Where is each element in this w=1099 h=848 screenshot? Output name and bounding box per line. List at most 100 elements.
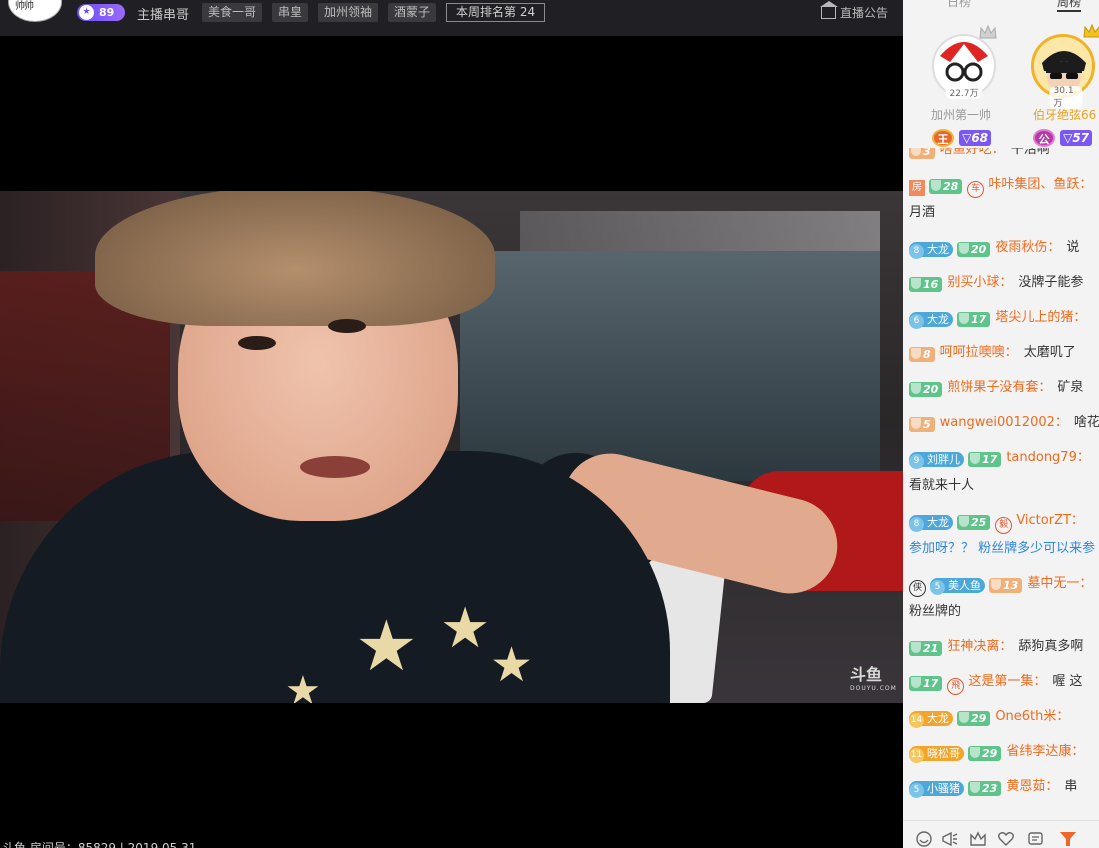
chat-message[interactable]: 21 狂神决离： 舔狗真多啊: [909, 638, 1099, 656]
user-level-badge[interactable]: 28: [929, 179, 963, 194]
user-level-badge[interactable]: 17: [957, 312, 991, 327]
noble-badge[interactable]: 侠: [909, 580, 926, 597]
user-level-badge[interactable]: 21: [909, 641, 943, 656]
chat-message[interactable]: 8 大龙 25 毅 VictorZT：: [909, 512, 1099, 534]
chat-username[interactable]: 墓中无一：: [1027, 576, 1092, 591]
user-level-badge[interactable]: 20: [957, 242, 991, 257]
anchor-tag[interactable]: 美食一哥: [202, 3, 263, 22]
chat-message[interactable]: 房 28 车咔咔集团、鱼跃：: [909, 176, 1099, 198]
chat-username[interactable]: VictorZT：: [1016, 513, 1084, 528]
anchor-tag[interactable]: 加州领袖: [318, 3, 379, 22]
chat-username[interactable]: 咔咔集团、鱼跃：: [988, 177, 1092, 192]
chat-username[interactable]: 别买小球：: [947, 275, 1012, 290]
video-frame[interactable]: ★ ★ ★ ★ 斗鱼 DOUYU.COM: [0, 191, 903, 703]
chat-message[interactable]: 侠 5 美人鱼 13 墓中无一：: [909, 575, 1099, 597]
message-icon[interactable]: [1027, 830, 1045, 848]
crown-icon[interactable]: [969, 830, 987, 848]
video-player[interactable]: ★ ★ ★ ★ 斗鱼 DOUYU.COM 斗鱼 房间号：85829 | 2019…: [0, 36, 903, 848]
weekly-rank[interactable]: 本周排名第 24: [446, 3, 546, 22]
chat-username[interactable]: wangwei0012002：: [940, 415, 1068, 430]
user-level-badge[interactable]: 23: [968, 781, 1002, 796]
chat-message[interactable]: 20 煎饼果子没有套： 矿泉: [909, 379, 1099, 397]
tab-weekly-rank[interactable]: 周榜: [1057, 0, 1082, 12]
shirt-star-icon: ★: [285, 668, 321, 703]
user-level-badge[interactable]: 8: [909, 347, 935, 362]
chat-message[interactable]: 8 大龙 20 夜雨秋伤： 说: [909, 239, 1099, 259]
chat-message[interactable]: 8 呵呵拉噢噢： 太磨叽了: [909, 344, 1099, 362]
fan-badge[interactable]: 8 大龙: [909, 515, 953, 532]
chat-message[interactable]: 5 小骚猪 23 黄恩茹： 串: [909, 778, 1099, 798]
shield-icon: [911, 348, 921, 359]
video-bg-light: [520, 211, 880, 251]
shield-icon: [970, 747, 980, 758]
shield-icon: [970, 782, 980, 793]
user-level-badge[interactable]: 3: [909, 148, 935, 159]
chat-text: 没牌子能参: [1018, 275, 1084, 290]
noble-badge[interactable]: 毅: [995, 517, 1013, 534]
fan-badge[interactable]: 8 大龙: [909, 242, 953, 259]
emoji-icon[interactable]: [915, 830, 933, 848]
chat-message[interactable]: 16 别买小球： 没牌子能参: [909, 274, 1099, 292]
user-level-badge[interactable]: 17: [909, 676, 943, 691]
chat-username[interactable]: One6th米：: [995, 709, 1069, 724]
chat-username[interactable]: 黄恩茹：: [1006, 779, 1058, 794]
chat-username[interactable]: tandong79：: [1006, 450, 1090, 465]
chat-message-list[interactable]: 3 啥鱼好吃： 干活啊房 28 车咔咔集团、鱼跃： 月酒 8 大龙 20 夜雨秋伤： 说 16 别买小球…: [903, 148, 1099, 820]
chat-message[interactable]: 9 刘胖儿 17 tandong79：: [909, 449, 1099, 469]
anchor-tag[interactable]: 酒蒙子: [388, 3, 437, 22]
user-level-badge[interactable]: 17: [968, 452, 1002, 467]
user-level-badge[interactable]: 29: [968, 746, 1002, 761]
fan-badge[interactable]: 9 刘胖儿: [909, 452, 964, 469]
anchor-avatar[interactable]: 帅帅: [8, 0, 62, 22]
user-level-badge[interactable]: 5: [909, 417, 935, 432]
podium-name[interactable]: 加州第一帅: [931, 106, 991, 123]
chat-sidebar: 日榜 周榜 22.7万 加州第一帅 王 ▽68 30.1万 伯牙绝弦66 公 ▽…: [903, 0, 1099, 848]
chat-message[interactable]: 11 晓松哥 29 省纬李达康：: [909, 743, 1099, 763]
tab-daily-rank[interactable]: 日榜: [947, 0, 971, 10]
chat-username[interactable]: 塔尖儿上的猪：: [995, 310, 1086, 325]
shield-icon: [959, 313, 969, 324]
user-level-badge[interactable]: 20: [909, 382, 943, 397]
chat-text-continued: 参加呀？？ 粉丝牌多少可以来参: [909, 541, 1096, 556]
anchor-tag[interactable]: 串皇: [272, 3, 309, 22]
shirt-star-icon: ★: [490, 637, 534, 693]
chat-username[interactable]: 夜雨秋伤：: [995, 240, 1060, 255]
heart-icon[interactable]: [997, 830, 1015, 848]
fan-badge[interactable]: 5 美人鱼: [930, 578, 985, 595]
shield-icon: [911, 278, 921, 289]
anchor-name[interactable]: 主播串哥: [137, 4, 189, 23]
room-admin-badge[interactable]: 房: [909, 180, 925, 196]
chat-text: 啥花: [1073, 415, 1099, 430]
noble-badge[interactable]: 飛: [947, 678, 965, 695]
megaphone-icon[interactable]: [941, 830, 959, 848]
chat-message[interactable]: 14 大龙 29 One6th米：: [909, 708, 1099, 728]
user-level-badge[interactable]: 29: [957, 711, 991, 726]
video-person-eye: [238, 336, 276, 350]
room-notice-button[interactable]: 直播公告: [820, 1, 888, 21]
filter-icon[interactable]: [1059, 830, 1077, 848]
chat-username[interactable]: 狂神决离：: [947, 639, 1012, 654]
fan-badge[interactable]: 6 大龙: [909, 312, 953, 329]
chat-message[interactable]: 6 大龙 17 塔尖儿上的猪：: [909, 309, 1099, 329]
chat-username[interactable]: 煎饼果子没有套：: [947, 380, 1051, 395]
podium-name[interactable]: 伯牙绝弦66: [1033, 106, 1096, 123]
chat-username[interactable]: 啥鱼好吃：: [940, 148, 1005, 157]
chat-message[interactable]: 17 飛这是第一集： 喔 这: [909, 673, 1099, 695]
chat-username[interactable]: 省纬李达康：: [1006, 744, 1084, 759]
shield-icon: [911, 642, 921, 653]
chat-username[interactable]: 呵呵拉噢噢：: [940, 345, 1018, 360]
user-level-badge[interactable]: 13: [989, 578, 1023, 593]
chat-message[interactable]: 5 wangwei0012002： 啥花: [909, 414, 1099, 432]
noble-badge[interactable]: 车: [967, 181, 985, 198]
fan-badge[interactable]: 14 大龙: [909, 711, 953, 728]
user-level-badge[interactable]: 25: [957, 515, 991, 530]
chat-message[interactable]: 3 啥鱼好吃： 干活啊: [909, 148, 1099, 159]
user-level-badge[interactable]: 16: [909, 277, 943, 292]
chat-text: 串: [1064, 779, 1078, 794]
chat-username[interactable]: 这是第一集：: [968, 674, 1046, 689]
fan-badge[interactable]: 11 晓松哥: [909, 746, 964, 763]
chat-text-continued: 看就来十人: [909, 478, 975, 493]
rank-tabs: 日榜 周榜: [903, 0, 1099, 13]
shirt-star-icon: ★: [440, 596, 491, 661]
fan-badge[interactable]: 5 小骚猪: [909, 781, 964, 798]
